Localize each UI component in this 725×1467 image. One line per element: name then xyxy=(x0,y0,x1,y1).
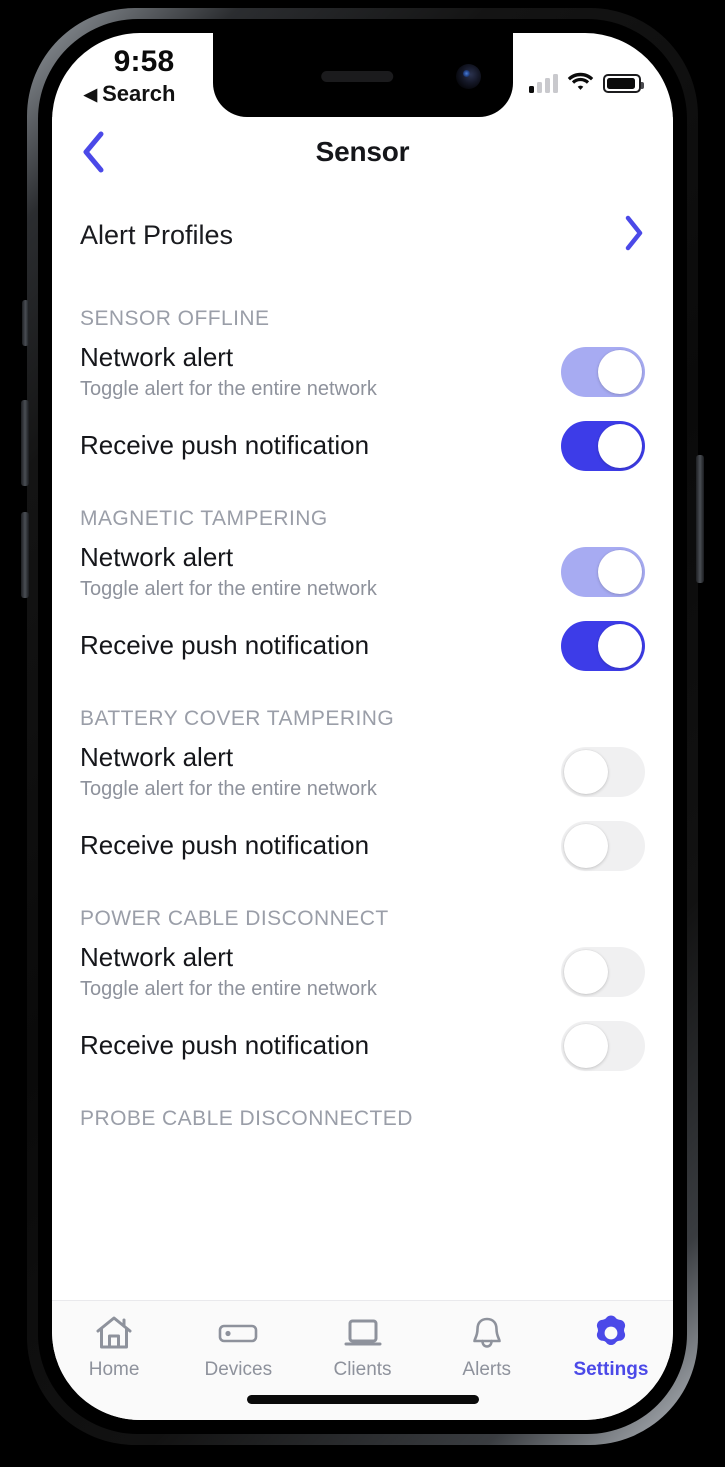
alert-row[interactable]: Network alertToggle alert for the entire… xyxy=(80,735,645,809)
gear-icon xyxy=(591,1313,631,1353)
tab-devices-label: Devices xyxy=(205,1359,273,1381)
toggle-knob xyxy=(564,750,608,794)
alert-row-title: Network alert xyxy=(80,342,543,374)
alert-row-title: Network alert xyxy=(80,942,543,974)
toggle-knob xyxy=(598,624,642,668)
alert-row-subtitle: Toggle alert for the entire network xyxy=(80,976,543,1002)
volume-up-button[interactable] xyxy=(21,400,29,486)
alert-row-subtitle: Toggle alert for the entire network xyxy=(80,376,543,402)
back-triangle-icon: ◀ xyxy=(84,86,97,103)
home-icon xyxy=(94,1313,134,1353)
alert-row[interactable]: Network alertToggle alert for the entire… xyxy=(80,335,645,409)
alert-row[interactable]: Network alertToggle alert for the entire… xyxy=(80,935,645,1009)
alert-toggle[interactable] xyxy=(561,347,645,397)
wifi-icon xyxy=(567,71,594,96)
alert-row-title: Receive push notification xyxy=(80,1030,543,1062)
screenshot-stage: 9:58 ◀ Search xyxy=(0,0,725,1467)
notch xyxy=(213,33,513,117)
power-button[interactable] xyxy=(696,455,704,583)
section-title: BATTERY COVER TAMPERING xyxy=(80,707,645,735)
earpiece-speaker xyxy=(321,71,393,82)
front-camera xyxy=(456,64,481,89)
tab-home-label: Home xyxy=(89,1359,140,1381)
alert-profiles-row[interactable]: Alert Profiles xyxy=(80,187,645,283)
toggle-knob xyxy=(564,824,608,868)
section-title: POWER CABLE DISCONNECT xyxy=(80,907,645,935)
alert-toggle[interactable] xyxy=(561,947,645,997)
alert-profiles-label: Alert Profiles xyxy=(80,220,233,251)
settings-scroll-area[interactable]: Alert Profiles SENSOR OFFLINENetwork ale… xyxy=(52,187,673,1313)
alert-toggle[interactable] xyxy=(561,621,645,671)
battery-fill xyxy=(607,78,635,89)
status-bar-right xyxy=(529,33,641,96)
chevron-right-icon xyxy=(623,214,645,257)
alert-row-texts: Network alertToggle alert for the entire… xyxy=(80,736,543,808)
alert-row-texts: Network alertToggle alert for the entire… xyxy=(80,936,543,1008)
alert-row-texts: Network alertToggle alert for the entire… xyxy=(80,536,543,608)
mute-switch[interactable] xyxy=(22,300,29,346)
alert-section: POWER CABLE DISCONNECTNetwork alertToggl… xyxy=(80,883,645,1083)
status-time: 9:58 xyxy=(84,45,204,79)
alert-row-title: Receive push notification xyxy=(80,830,543,862)
toggle-knob xyxy=(598,550,642,594)
volume-down-button[interactable] xyxy=(21,512,29,598)
toggle-knob xyxy=(564,950,608,994)
alert-row-texts: Receive push notification xyxy=(80,824,543,868)
alert-row[interactable]: Receive push notification xyxy=(80,609,645,683)
tab-clients-label: Clients xyxy=(333,1359,391,1381)
alert-row-subtitle: Toggle alert for the entire network xyxy=(80,776,543,802)
alert-toggle[interactable] xyxy=(561,547,645,597)
toggle-knob xyxy=(564,1024,608,1068)
alert-row[interactable]: Network alertToggle alert for the entire… xyxy=(80,535,645,609)
back-to-app-label: Search xyxy=(102,81,175,107)
tab-settings[interactable]: Settings xyxy=(549,1313,673,1381)
alert-row-subtitle: Toggle alert for the entire network xyxy=(80,576,543,602)
alert-toggle[interactable] xyxy=(561,421,645,471)
alert-toggle[interactable] xyxy=(561,747,645,797)
alert-row-title: Network alert xyxy=(80,542,543,574)
alert-row[interactable]: Receive push notification xyxy=(80,1009,645,1083)
section-title: MAGNETIC TAMPERING xyxy=(80,507,645,535)
bell-icon xyxy=(468,1313,506,1353)
alert-row-texts: Network alertToggle alert for the entire… xyxy=(80,336,543,408)
alert-row-texts: Receive push notification xyxy=(80,624,543,668)
home-indicator[interactable] xyxy=(247,1395,479,1404)
tab-home[interactable]: Home xyxy=(52,1313,176,1381)
back-button[interactable] xyxy=(66,125,120,179)
alert-section: MAGNETIC TAMPERINGNetwork alertToggle al… xyxy=(80,483,645,683)
section-title: PROBE CABLE DISCONNECTED xyxy=(80,1107,645,1135)
alert-toggle[interactable] xyxy=(561,1021,645,1071)
cellular-signal-icon xyxy=(529,75,558,93)
alert-row-texts: Receive push notification xyxy=(80,1024,543,1068)
tab-settings-label: Settings xyxy=(573,1359,648,1381)
back-to-app-link[interactable]: ◀ Search xyxy=(84,81,204,107)
alert-row-texts: Receive push notification xyxy=(80,424,543,468)
alert-section: SENSOR OFFLINENetwork alertToggle alert … xyxy=(80,283,645,483)
toggle-knob xyxy=(598,350,642,394)
alert-toggle[interactable] xyxy=(561,821,645,871)
laptop-icon xyxy=(342,1313,384,1353)
alert-section: PROBE CABLE DISCONNECTED xyxy=(80,1083,645,1135)
alert-row[interactable]: Receive push notification xyxy=(80,809,645,883)
navigation-bar: Sensor xyxy=(52,117,673,187)
page-title: Sensor xyxy=(316,136,410,168)
chevron-left-icon xyxy=(80,130,106,174)
alert-row-title: Receive push notification xyxy=(80,630,543,662)
tab-alerts[interactable]: Alerts xyxy=(425,1313,549,1381)
alert-section: BATTERY COVER TAMPERINGNetwork alertTogg… xyxy=(80,683,645,883)
section-title: SENSOR OFFLINE xyxy=(80,307,645,335)
tab-alerts-label: Alerts xyxy=(462,1359,511,1381)
phone-screen: 9:58 ◀ Search xyxy=(52,33,673,1420)
router-icon xyxy=(216,1313,260,1353)
alert-row[interactable]: Receive push notification xyxy=(80,409,645,483)
battery-icon xyxy=(603,74,641,93)
toggle-knob xyxy=(598,424,642,468)
alert-sections: SENSOR OFFLINENetwork alertToggle alert … xyxy=(80,283,645,1135)
tab-clients[interactable]: Clients xyxy=(300,1313,424,1381)
alert-row-title: Network alert xyxy=(80,742,543,774)
alert-row-title: Receive push notification xyxy=(80,430,543,462)
status-bar-left: 9:58 ◀ Search xyxy=(84,33,204,107)
tab-devices[interactable]: Devices xyxy=(176,1313,300,1381)
